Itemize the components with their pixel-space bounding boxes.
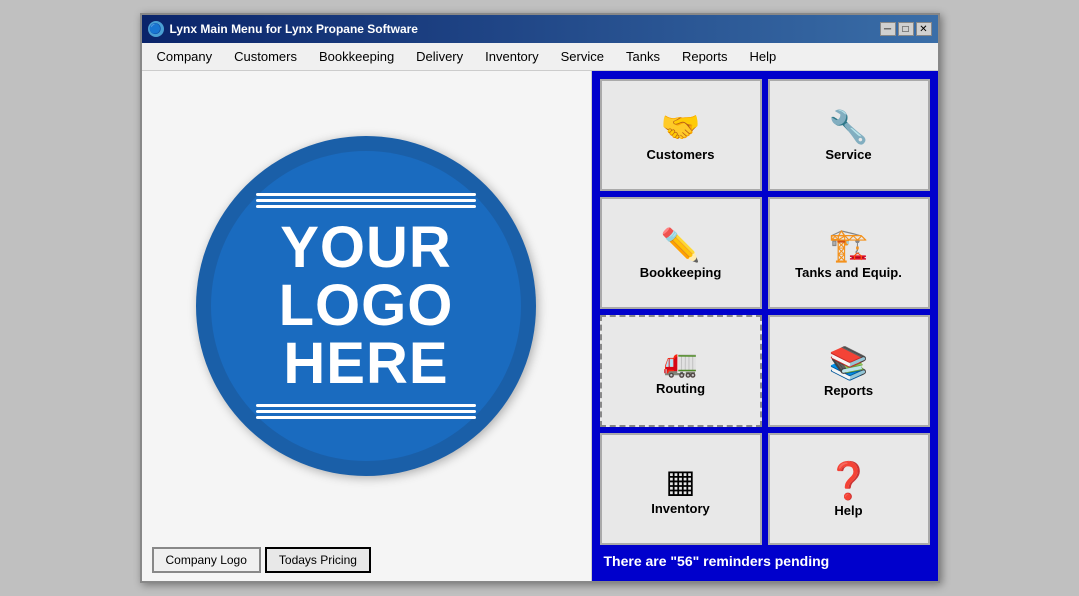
logo-lines-bottom (256, 401, 476, 422)
reminder-bar: There are "56" reminders pending (600, 545, 930, 573)
menu-item-reports[interactable]: Reports (671, 45, 739, 68)
title-bar-controls: ─ □ ✕ (880, 22, 932, 36)
reports-label: Reports (824, 383, 873, 398)
logo-text-here: HERE (283, 335, 448, 393)
bookkeeping-icon: ✏️ (661, 229, 701, 261)
service-label: Service (825, 147, 871, 162)
menu-item-company[interactable]: Company (146, 45, 224, 68)
tanks-icon: 🏗️ (829, 229, 869, 261)
window-title: Lynx Main Menu for Lynx Propane Software (170, 22, 418, 36)
routing-button[interactable]: 🚛 Routing (600, 315, 762, 427)
reminder-text: There are "56" reminders pending (604, 553, 830, 569)
logo-text-your: YOUR (280, 219, 452, 277)
tanks-button[interactable]: 🏗️ Tanks and Equip. (768, 197, 930, 309)
title-bar-left: 🔵 Lynx Main Menu for Lynx Propane Softwa… (148, 21, 418, 37)
routing-icon: 🚛 (663, 349, 698, 377)
customers-button[interactable]: 🤝 Customers (600, 79, 762, 191)
menu-item-tanks[interactable]: Tanks (615, 45, 671, 68)
menu-item-help[interactable]: Help (738, 45, 787, 68)
service-icon: 🔧 (829, 111, 869, 143)
menu-item-inventory[interactable]: Inventory (474, 45, 549, 68)
inventory-label: Inventory (651, 501, 710, 516)
main-content: YOUR LOGO HERE Company Logo Todays Prici… (142, 71, 938, 581)
minimize-button[interactable]: ─ (880, 22, 896, 36)
logo-line-1 (256, 193, 476, 196)
customers-icon: 🤝 (661, 111, 701, 143)
help-icon: ❓ (826, 463, 871, 499)
menu-bar: CompanyCustomersBookkeepingDeliveryInven… (142, 43, 938, 71)
logo-lines-top (256, 190, 476, 211)
help-button[interactable]: ❓ Help (768, 433, 930, 545)
grid-buttons: 🤝 Customers 🔧 Service ✏️ Bookkeeping 🏗️ … (600, 79, 930, 545)
bookkeeping-button[interactable]: ✏️ Bookkeeping (600, 197, 762, 309)
title-bar: 🔵 Lynx Main Menu for Lynx Propane Softwa… (142, 15, 938, 43)
logo-outer-circle: YOUR LOGO HERE (196, 136, 536, 476)
customers-label: Customers (647, 147, 715, 162)
menu-item-service[interactable]: Service (550, 45, 615, 68)
maximize-button[interactable]: □ (898, 22, 914, 36)
logo-line-2 (256, 199, 476, 202)
company-logo-button[interactable]: Company Logo (152, 547, 261, 573)
logo-line-5 (256, 410, 476, 413)
menu-item-bookkeeping[interactable]: Bookkeeping (308, 45, 405, 68)
logo-inner-circle: YOUR LOGO HERE (211, 151, 521, 461)
close-button[interactable]: ✕ (916, 22, 932, 36)
bookkeeping-label: Bookkeeping (640, 265, 722, 280)
logo-line-6 (256, 416, 476, 419)
logo-line-4 (256, 404, 476, 407)
reports-icon: 📚 (829, 347, 869, 379)
right-panel: 🤝 Customers 🔧 Service ✏️ Bookkeeping 🏗️ … (592, 71, 938, 581)
inventory-button[interactable]: ▦ Inventory (600, 433, 762, 545)
reports-button[interactable]: 📚 Reports (768, 315, 930, 427)
menu-item-delivery[interactable]: Delivery (405, 45, 474, 68)
logo-text-logo: LOGO (279, 277, 454, 335)
inventory-icon: ▦ (665, 465, 695, 497)
menu-item-customers[interactable]: Customers (223, 45, 308, 68)
service-button[interactable]: 🔧 Service (768, 79, 930, 191)
logo-line-3 (256, 205, 476, 208)
main-window: 🔵 Lynx Main Menu for Lynx Propane Softwa… (140, 13, 940, 583)
todays-pricing-button[interactable]: Todays Pricing (265, 547, 371, 573)
help-label: Help (834, 503, 862, 518)
left-panel: YOUR LOGO HERE Company Logo Todays Prici… (142, 71, 592, 581)
tanks-label: Tanks and Equip. (795, 265, 902, 280)
app-icon: 🔵 (148, 21, 164, 37)
bottom-buttons: Company Logo Todays Pricing (142, 547, 591, 573)
routing-label: Routing (656, 381, 705, 396)
